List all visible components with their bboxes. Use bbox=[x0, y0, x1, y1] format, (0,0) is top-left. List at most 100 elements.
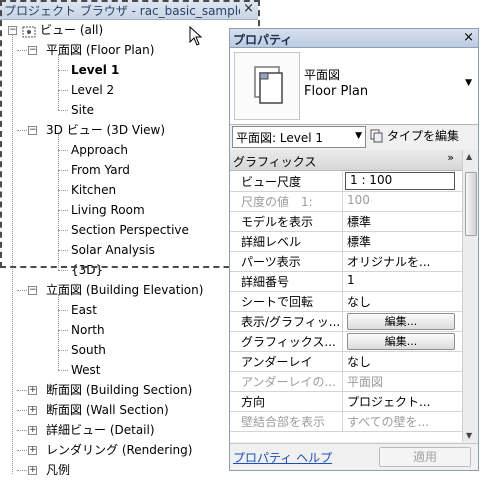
tree-connector bbox=[58, 250, 68, 251]
tree-item[interactable]: Site bbox=[0, 100, 258, 120]
instance-filter-dropdown[interactable]: 平面図: Level 1 ▼ bbox=[232, 126, 366, 148]
property-row[interactable]: グラフィックス... 編集... bbox=[230, 331, 462, 352]
property-value-cell[interactable]: 標準 bbox=[343, 211, 462, 231]
tree-item-label: Kitchen bbox=[71, 183, 117, 197]
type-selector[interactable]: 平面図 Floor Plan ▼ bbox=[230, 48, 478, 125]
view-scale-field[interactable]: 1 : 100 bbox=[345, 172, 455, 190]
tree-item-label: 凡例 bbox=[46, 463, 71, 477]
collapse-icon[interactable]: − bbox=[28, 286, 37, 295]
edit-button[interactable]: 編集... bbox=[347, 313, 455, 330]
tree-item[interactable]: North bbox=[0, 320, 258, 340]
tree-node[interactable]: + レンダリング (Rendering) bbox=[0, 440, 258, 460]
property-value-cell[interactable]: 編集... bbox=[343, 331, 462, 351]
property-name: 方向 bbox=[241, 395, 266, 409]
tree-item[interactable]: From Yard bbox=[0, 160, 258, 180]
tree-node[interactable]: + 詳細ビュー (Detail) bbox=[0, 420, 258, 440]
tree-node[interactable]: + 断面図 (Building Section) bbox=[0, 380, 258, 400]
tree-connector bbox=[58, 230, 68, 231]
tree-item[interactable]: South bbox=[0, 340, 258, 360]
tree-item[interactable]: Solar Analysis bbox=[0, 240, 258, 260]
tree-item-label: 詳細ビュー (Detail) bbox=[46, 423, 155, 437]
group-header-graphics[interactable]: グラフィックス » bbox=[230, 150, 462, 171]
property-value-cell[interactable]: 標準 bbox=[343, 231, 462, 251]
edit-button[interactable]: 編集... bbox=[347, 333, 455, 350]
expand-icon[interactable]: + bbox=[28, 406, 37, 415]
properties-grid: グラフィックス » ビュー尺度 1 : 100 尺度の値 1: 100 モデルを表示 標準… bbox=[230, 150, 462, 442]
close-icon[interactable]: × bbox=[243, 1, 254, 16]
property-value-cell[interactable]: 1 : 100 bbox=[343, 171, 462, 191]
property-row[interactable]: 尺度の値 1: 100 bbox=[230, 191, 462, 212]
tree-connector bbox=[17, 430, 27, 431]
expand-icon[interactable]: + bbox=[28, 446, 37, 455]
property-value-cell[interactable]: オリジナルを... bbox=[343, 251, 462, 271]
tree-node[interactable]: −3D ビュー (3D View) bbox=[0, 120, 258, 140]
tree-item[interactable]: Approach bbox=[0, 140, 258, 160]
property-row[interactable]: アンダーレイ なし bbox=[230, 351, 462, 372]
tree-connector bbox=[58, 210, 68, 211]
property-value: 平面図 bbox=[347, 375, 384, 389]
property-name: モデルを表示 bbox=[241, 215, 314, 229]
property-row[interactable]: アンダーレイの... 平面図 bbox=[230, 371, 462, 392]
collapse-icon[interactable]: − bbox=[28, 46, 37, 55]
edit-type-button[interactable]: タイプを編集 bbox=[370, 126, 459, 146]
property-name-cell: 表示/グラフィッ... bbox=[230, 311, 343, 331]
property-row[interactable]: 表示/グラフィッ... 編集... bbox=[230, 311, 462, 332]
tree-connector bbox=[58, 310, 68, 311]
property-row[interactable]: モデルを表示 標準 bbox=[230, 211, 462, 232]
property-row[interactable]: パーツ表示 オリジナルを... bbox=[230, 251, 462, 272]
tree-item[interactable]: Level 2 bbox=[0, 80, 258, 100]
properties-scrollbar[interactable]: ▲ ▼ bbox=[462, 150, 478, 442]
property-name-cell: 壁結合部を表示 bbox=[230, 411, 343, 431]
type-name-label: Floor Plan bbox=[304, 84, 369, 99]
close-icon[interactable]: × bbox=[463, 30, 474, 45]
tree-item[interactable]: {3D} bbox=[0, 260, 258, 280]
property-row[interactable]: 詳細番号 1 bbox=[230, 271, 462, 292]
property-name: 尺度の値 1: bbox=[241, 195, 313, 209]
tree-item-label: Approach bbox=[71, 143, 129, 157]
tree-item[interactable]: West bbox=[0, 360, 258, 380]
property-value: 標準 bbox=[347, 235, 372, 249]
tree-node[interactable]: + 断面図 (Wall Section) bbox=[0, 400, 258, 420]
property-row[interactable]: 詳細レベル 標準 bbox=[230, 231, 462, 252]
property-row[interactable]: シートで回転 なし bbox=[230, 291, 462, 312]
tree-item[interactable]: East bbox=[0, 300, 258, 320]
property-row[interactable]: ビュー尺度 1 : 100 bbox=[230, 171, 462, 192]
tree-connector bbox=[58, 90, 68, 91]
scroll-down-icon[interactable]: ▼ bbox=[466, 431, 472, 440]
property-row[interactable]: 方向 プロジェクト... bbox=[230, 391, 462, 412]
tree-connector bbox=[17, 410, 27, 411]
property-value-cell[interactable]: プロジェクト... bbox=[343, 391, 462, 411]
property-value-cell[interactable]: なし bbox=[343, 351, 462, 371]
property-row[interactable]: 壁結合部を表示 すべての壁を... bbox=[230, 411, 462, 432]
properties-titlebar[interactable]: プロパティ × bbox=[230, 29, 478, 48]
tree-item[interactable]: Section Perspective bbox=[0, 220, 258, 240]
properties-help-link[interactable]: プロパティ ヘルプ bbox=[233, 449, 332, 466]
tree-node[interactable]: − ビュー (all) bbox=[0, 20, 258, 40]
property-name-cell: モデルを表示 bbox=[230, 211, 343, 231]
property-name: シートで回転 bbox=[241, 295, 314, 309]
property-value-cell[interactable]: なし bbox=[343, 291, 462, 311]
property-value-cell[interactable]: 編集... bbox=[343, 311, 462, 331]
property-value-cell[interactable]: 1 bbox=[343, 271, 462, 291]
project-browser-titlebar[interactable]: プロジェクト ブラウザ - rac_basic_sample... × bbox=[0, 0, 258, 20]
tree-item-label: 断面図 (Building Section) bbox=[46, 383, 193, 397]
tree-item[interactable]: Living Room bbox=[0, 200, 258, 220]
expand-icon[interactable]: + bbox=[28, 386, 37, 395]
scrollbar-thumb[interactable] bbox=[465, 172, 477, 236]
chevron-down-icon[interactable]: ▼ bbox=[355, 131, 362, 141]
expand-icon[interactable]: + bbox=[28, 426, 37, 435]
collapse-icon[interactable]: » bbox=[447, 151, 454, 164]
tree-node[interactable]: + 凡例 bbox=[0, 460, 258, 480]
tree-node[interactable]: − 平面図 (Floor Plan) bbox=[0, 40, 258, 60]
tree-item[interactable]: Kitchen bbox=[0, 180, 258, 200]
tree-node[interactable]: − 立面図 (Building Elevation) bbox=[0, 280, 258, 300]
tree-item-label: Solar Analysis bbox=[71, 243, 155, 257]
collapse-icon[interactable]: − bbox=[28, 126, 37, 135]
scroll-up-icon[interactable]: ▲ bbox=[466, 152, 472, 161]
tree-connector bbox=[58, 134, 59, 270]
apply-button[interactable]: 適用 bbox=[379, 447, 471, 467]
tree-item-selected[interactable]: Level 1 bbox=[0, 60, 258, 80]
tree-item-label: From Yard bbox=[71, 163, 130, 177]
chevron-down-icon[interactable]: ▼ bbox=[465, 78, 472, 88]
instance-row: 平面図: Level 1 ▼ タイプを編集 bbox=[230, 125, 478, 149]
